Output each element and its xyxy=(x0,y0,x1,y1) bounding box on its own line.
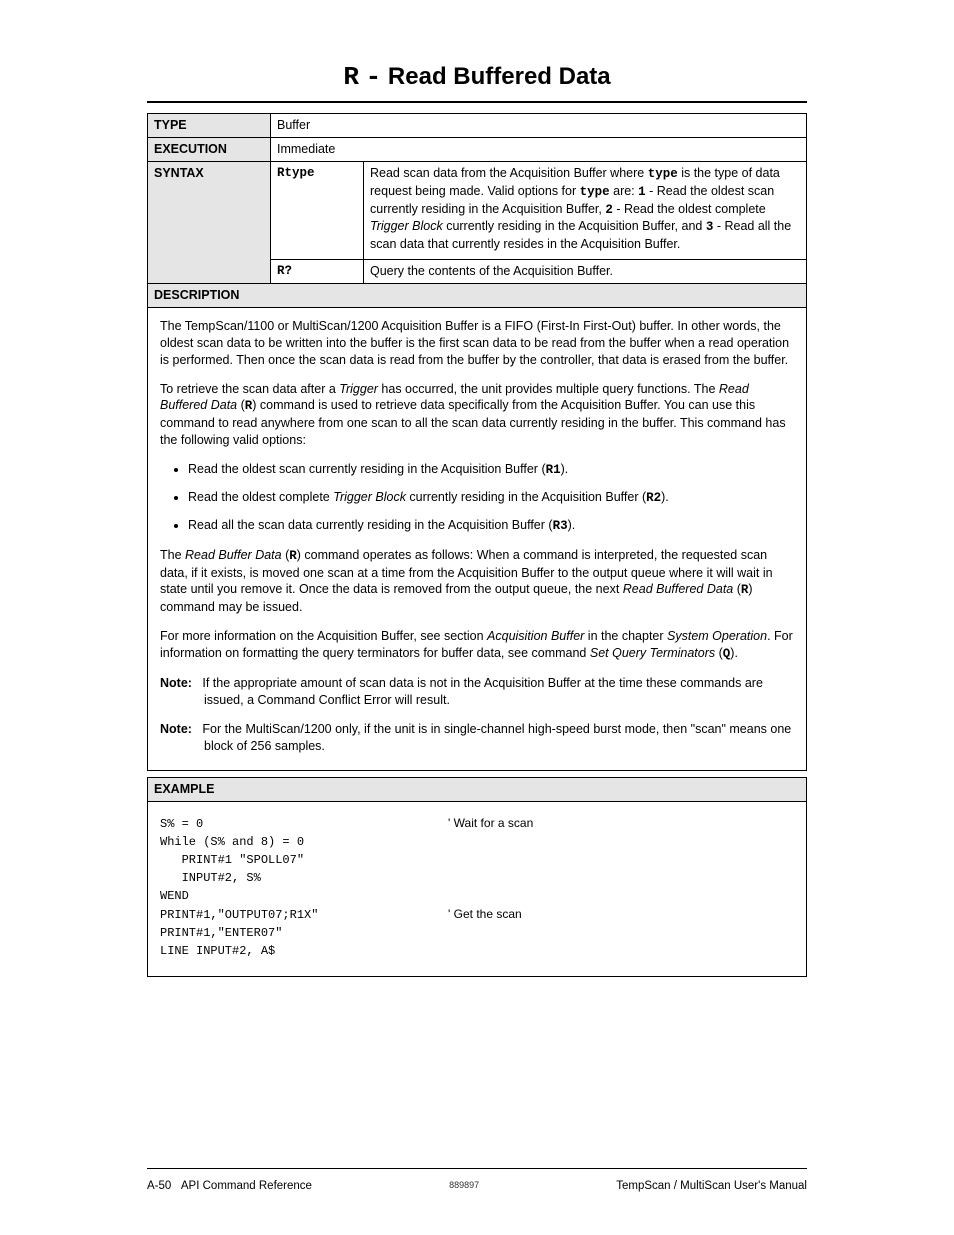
type-label: TYPE xyxy=(148,114,271,138)
execution-label: EXECUTION xyxy=(148,137,271,161)
syntax-label: SYNTAX xyxy=(148,161,271,283)
syntax2-description: Query the contents of the Acquisition Bu… xyxy=(364,260,807,284)
example-body: S% = 0 ' Wait for a scan While (S% and 8… xyxy=(147,802,807,977)
options-list: Read the oldest scan currently residing … xyxy=(160,461,794,535)
title-heading: Read Buffered Data xyxy=(388,63,611,90)
note-1: Note: If the appropriate amount of scan … xyxy=(160,675,794,709)
desc-p1: The TempScan/1100 or MultiScan/1200 Acqu… xyxy=(160,318,794,369)
footer-center: 889897 xyxy=(449,1179,479,1195)
desc-p3: The Read Buffer Data (R) command operate… xyxy=(160,547,794,617)
desc-p4: For more information on the Acquisition … xyxy=(160,628,794,663)
execution-value: Immediate xyxy=(271,137,807,161)
type-value: Buffer xyxy=(271,114,807,138)
option-r3: Read all the scan data currently residin… xyxy=(188,517,794,535)
description-body: The TempScan/1100 or MultiScan/1200 Acqu… xyxy=(147,308,807,772)
title-underline xyxy=(147,101,807,103)
option-r2: Read the oldest complete Trigger Block c… xyxy=(188,489,794,507)
syntax1-description: Read scan data from the Acquisition Buff… xyxy=(364,161,807,259)
example-label: EXAMPLE xyxy=(148,778,807,802)
page-footer: A-50 API Command Reference 889897 TempSc… xyxy=(147,1179,807,1195)
syntax2-cmd: R? xyxy=(271,260,364,284)
title-dash: - xyxy=(366,62,382,92)
option-r1: Read the oldest scan currently residing … xyxy=(188,461,794,479)
page-title: R - Read Buffered Data xyxy=(147,60,807,95)
command-table: TYPE Buffer EXECUTION Immediate SYNTAX R… xyxy=(147,113,807,308)
footer-rule xyxy=(147,1168,807,1169)
footer-left: A-50 API Command Reference xyxy=(147,1179,312,1195)
note-2: Note: For the MultiScan/1200 only, if th… xyxy=(160,721,794,755)
example-header: EXAMPLE xyxy=(147,777,807,802)
footer-right: TempScan / MultiScan User's Manual xyxy=(616,1179,807,1195)
desc-p2: To retrieve the scan data after a Trigge… xyxy=(160,381,794,450)
description-label: DESCRIPTION xyxy=(148,284,807,308)
title-cmdletter: R xyxy=(343,62,359,92)
syntax1-cmd: Rtype xyxy=(271,161,364,259)
